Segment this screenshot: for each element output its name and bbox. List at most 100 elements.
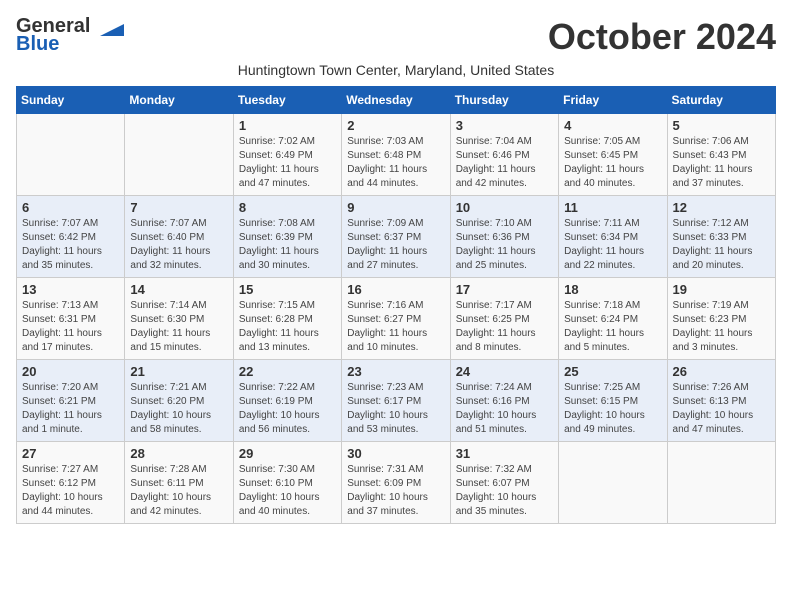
day-number: 7 (130, 200, 227, 215)
cell-info: Sunrise: 7:27 AM Sunset: 6:12 PM Dayligh… (22, 463, 119, 519)
calendar-week-row: 20 Sunrise: 7:20 AM Sunset: 6:21 PM Dayli… (17, 360, 776, 442)
column-header-monday: Monday (125, 87, 233, 114)
calendar-cell: 27Sunrise: 7:27 AM Sunset: 6:12 PM Dayli… (17, 442, 125, 524)
day-number: 14 (130, 282, 227, 297)
calendar-cell: 17 Sunrise: 7:17 AM Sunset: 6:25 PM Dayli… (450, 278, 558, 360)
calendar-cell: 30Sunrise: 7:31 AM Sunset: 6:09 PM Dayli… (342, 442, 450, 524)
day-number: 5 (673, 118, 770, 133)
day-number: 2 (347, 118, 444, 133)
calendar-cell: 26 Sunrise: 7:26 AM Sunset: 6:13 PM Dayli… (667, 360, 775, 442)
month-title: October 2024 (548, 16, 776, 58)
cell-info: Sunrise: 7:21 AM Sunset: 6:20 PM Dayligh… (130, 381, 227, 437)
day-number: 21 (130, 364, 227, 379)
calendar-cell: 4 Sunrise: 7:05 AM Sunset: 6:45 PM Daylig… (559, 114, 667, 196)
calendar-cell: 25 Sunrise: 7:25 AM Sunset: 6:15 PM Dayli… (559, 360, 667, 442)
calendar-cell: 18 Sunrise: 7:18 AM Sunset: 6:24 PM Dayli… (559, 278, 667, 360)
calendar-cell: 13Sunrise: 7:13 AM Sunset: 6:31 PM Dayli… (17, 278, 125, 360)
cell-info: Sunrise: 7:04 AM Sunset: 6:46 PM Dayligh… (456, 135, 553, 191)
cell-info: Sunrise: 7:18 AM Sunset: 6:24 PM Dayligh… (564, 299, 661, 355)
cell-info: Sunrise: 7:07 AM Sunset: 6:42 PM Dayligh… (22, 217, 119, 273)
header: General Blue October 2024 (16, 16, 776, 58)
cell-info: Sunrise: 7:13 AM Sunset: 6:31 PM Dayligh… (22, 299, 119, 355)
calendar-cell: 11 Sunrise: 7:11 AM Sunset: 6:34 PM Dayli… (559, 196, 667, 278)
day-number: 24 (456, 364, 553, 379)
calendar-cell: 23 Sunrise: 7:23 AM Sunset: 6:17 PM Dayli… (342, 360, 450, 442)
day-number: 30 (347, 446, 444, 461)
cell-info: Sunrise: 7:30 AM Sunset: 6:10 PM Dayligh… (239, 463, 336, 519)
calendar-header-row: SundayMondayTuesdayWednesdayThursdayFrid… (17, 87, 776, 114)
day-number: 12 (673, 200, 770, 215)
cell-info: Sunrise: 7:23 AM Sunset: 6:17 PM Dayligh… (347, 381, 444, 437)
day-number: 26 (673, 364, 770, 379)
day-number: 4 (564, 118, 661, 133)
cell-info: Sunrise: 7:16 AM Sunset: 6:27 PM Dayligh… (347, 299, 444, 355)
day-number: 28 (130, 446, 227, 461)
day-number: 6 (22, 200, 119, 215)
day-number: 10 (456, 200, 553, 215)
cell-info: Sunrise: 7:12 AM Sunset: 6:33 PM Dayligh… (673, 217, 770, 273)
cell-info: Sunrise: 7:11 AM Sunset: 6:34 PM Dayligh… (564, 217, 661, 273)
cell-info: Sunrise: 7:09 AM Sunset: 6:37 PM Dayligh… (347, 217, 444, 273)
calendar-cell: 6 Sunrise: 7:07 AM Sunset: 6:42 PM Daylig… (17, 196, 125, 278)
subtitle: Huntingtown Town Center, Maryland, Unite… (16, 62, 776, 78)
cell-info: Sunrise: 7:14 AM Sunset: 6:30 PM Dayligh… (130, 299, 227, 355)
cell-info: Sunrise: 7:06 AM Sunset: 6:43 PM Dayligh… (673, 135, 770, 191)
column-header-friday: Friday (559, 87, 667, 114)
day-number: 1 (239, 118, 336, 133)
day-number: 23 (347, 364, 444, 379)
day-number: 15 (239, 282, 336, 297)
calendar-cell: 29Sunrise: 7:30 AM Sunset: 6:10 PM Dayli… (233, 442, 341, 524)
column-header-sunday: Sunday (17, 87, 125, 114)
calendar-cell: 9 Sunrise: 7:09 AM Sunset: 6:37 PM Daylig… (342, 196, 450, 278)
cell-info: Sunrise: 7:03 AM Sunset: 6:48 PM Dayligh… (347, 135, 444, 191)
calendar-cell: 1Sunrise: 7:02 AM Sunset: 6:49 PM Daylig… (233, 114, 341, 196)
calendar-cell (17, 114, 125, 196)
column-header-tuesday: Tuesday (233, 87, 341, 114)
calendar-cell: 22 Sunrise: 7:22 AM Sunset: 6:19 PM Dayli… (233, 360, 341, 442)
cell-info: Sunrise: 7:17 AM Sunset: 6:25 PM Dayligh… (456, 299, 553, 355)
cell-info: Sunrise: 7:20 AM Sunset: 6:21 PM Dayligh… (22, 381, 119, 437)
calendar-cell (559, 442, 667, 524)
calendar-cell: 16 Sunrise: 7:16 AM Sunset: 6:27 PM Dayli… (342, 278, 450, 360)
calendar-cell: 5 Sunrise: 7:06 AM Sunset: 6:43 PM Daylig… (667, 114, 775, 196)
day-number: 17 (456, 282, 553, 297)
day-number: 8 (239, 200, 336, 215)
logo-icon (98, 18, 124, 36)
calendar-cell: 24Sunrise: 7:24 AM Sunset: 6:16 PM Dayli… (450, 360, 558, 442)
calendar-week-row: 6 Sunrise: 7:07 AM Sunset: 6:42 PM Daylig… (17, 196, 776, 278)
day-number: 25 (564, 364, 661, 379)
calendar-cell: 19Sunrise: 7:19 AM Sunset: 6:23 PM Dayli… (667, 278, 775, 360)
calendar-table: SundayMondayTuesdayWednesdayThursdayFrid… (16, 86, 776, 524)
cell-info: Sunrise: 7:05 AM Sunset: 6:45 PM Dayligh… (564, 135, 661, 191)
calendar-cell: 20 Sunrise: 7:20 AM Sunset: 6:21 PM Dayli… (17, 360, 125, 442)
logo-blue-text: Blue (16, 34, 59, 54)
cell-info: Sunrise: 7:08 AM Sunset: 6:39 PM Dayligh… (239, 217, 336, 273)
cell-info: Sunrise: 7:32 AM Sunset: 6:07 PM Dayligh… (456, 463, 553, 519)
day-number: 31 (456, 446, 553, 461)
day-number: 11 (564, 200, 661, 215)
cell-info: Sunrise: 7:22 AM Sunset: 6:19 PM Dayligh… (239, 381, 336, 437)
column-header-saturday: Saturday (667, 87, 775, 114)
logo: General Blue (16, 16, 124, 54)
calendar-week-row: 13Sunrise: 7:13 AM Sunset: 6:31 PM Dayli… (17, 278, 776, 360)
day-number: 3 (456, 118, 553, 133)
calendar-cell: 12 Sunrise: 7:12 AM Sunset: 6:33 PM Dayli… (667, 196, 775, 278)
cell-info: Sunrise: 7:26 AM Sunset: 6:13 PM Dayligh… (673, 381, 770, 437)
cell-info: Sunrise: 7:25 AM Sunset: 6:15 PM Dayligh… (564, 381, 661, 437)
day-number: 16 (347, 282, 444, 297)
calendar-cell: 10Sunrise: 7:10 AM Sunset: 6:36 PM Dayli… (450, 196, 558, 278)
column-header-wednesday: Wednesday (342, 87, 450, 114)
calendar-cell (667, 442, 775, 524)
calendar-cell: 2 Sunrise: 7:03 AM Sunset: 6:48 PM Daylig… (342, 114, 450, 196)
day-number: 20 (22, 364, 119, 379)
calendar-cell: 7 Sunrise: 7:07 AM Sunset: 6:40 PM Daylig… (125, 196, 233, 278)
calendar-cell: 21 Sunrise: 7:21 AM Sunset: 6:20 PM Dayli… (125, 360, 233, 442)
calendar-cell: 3 Sunrise: 7:04 AM Sunset: 6:46 PM Daylig… (450, 114, 558, 196)
calendar-cell: 15Sunrise: 7:15 AM Sunset: 6:28 PM Dayli… (233, 278, 341, 360)
calendar-week-row: 27Sunrise: 7:27 AM Sunset: 6:12 PM Dayli… (17, 442, 776, 524)
day-number: 22 (239, 364, 336, 379)
day-number: 18 (564, 282, 661, 297)
cell-info: Sunrise: 7:07 AM Sunset: 6:40 PM Dayligh… (130, 217, 227, 273)
calendar-cell: 31 Sunrise: 7:32 AM Sunset: 6:07 PM Dayli… (450, 442, 558, 524)
day-number: 9 (347, 200, 444, 215)
